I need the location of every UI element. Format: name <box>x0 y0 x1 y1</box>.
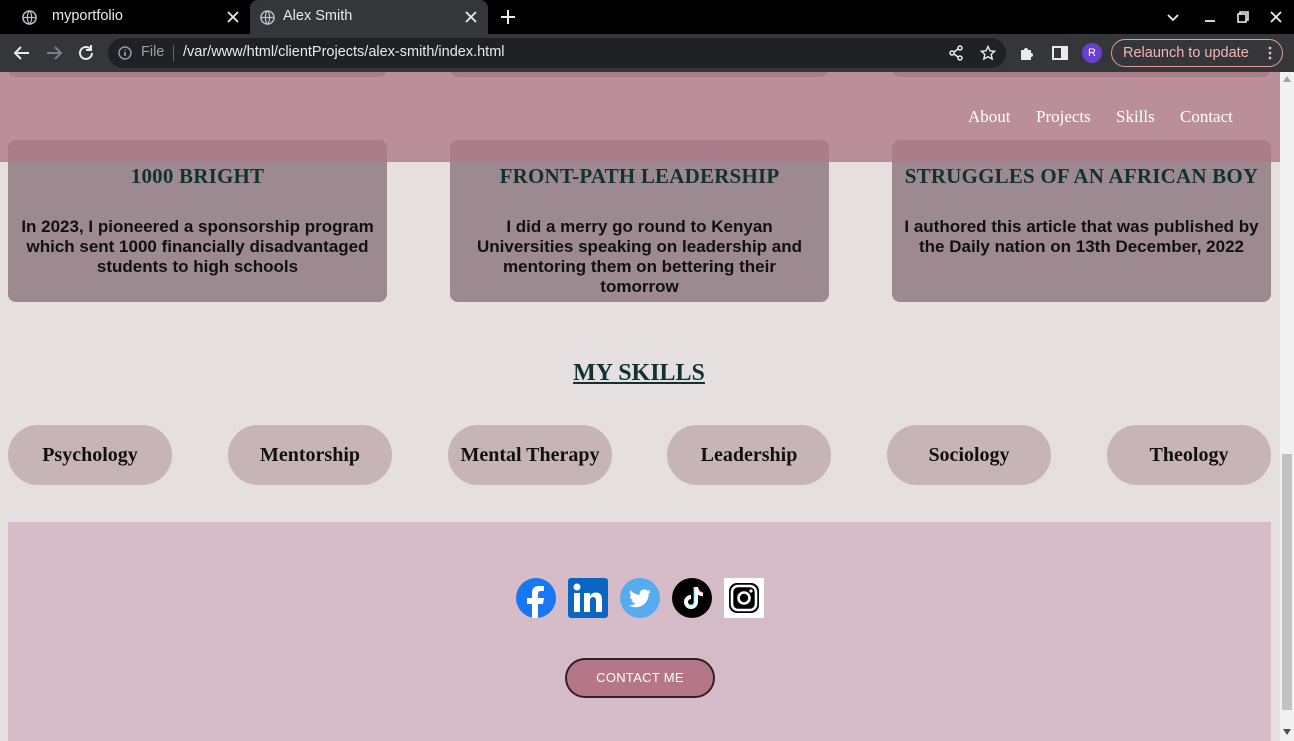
linkedin-icon[interactable] <box>568 578 608 618</box>
globe-icon <box>260 10 275 25</box>
info-icon[interactable] <box>118 46 132 60</box>
nav-link-skills[interactable]: Skills <box>1116 107 1155 127</box>
close-tab-icon[interactable] <box>464 10 478 24</box>
minimize-icon[interactable] <box>1202 9 1218 25</box>
site-footer: CONTACT ME <box>8 522 1271 741</box>
project-title: FRONT-PATH LEADERSHIP <box>499 164 780 188</box>
bookmark-star-icon[interactable] <box>980 45 996 61</box>
new-tab-icon[interactable] <box>500 9 516 25</box>
tab-strip: myportfolio Alex Smith <box>0 0 1294 34</box>
project-title: STRUGGLES OF AN AFRICAN BOY <box>904 164 1259 188</box>
back-icon[interactable] <box>13 44 31 62</box>
side-panel-icon[interactable] <box>1051 44 1069 62</box>
skill-pill: Mentorship <box>228 425 392 485</box>
restore-icon[interactable] <box>1235 9 1251 25</box>
project-description: In 2023, I pioneered a sponsorship progr… <box>21 217 374 276</box>
skill-pill: Psychology <box>8 425 172 485</box>
forward-icon[interactable] <box>45 44 63 62</box>
project-card: FRONT-PATH LEADERSHIP I did a merry go r… <box>450 140 829 302</box>
tab-search-chevron-icon[interactable] <box>1165 9 1181 25</box>
nav-link-projects[interactable]: Projects <box>1036 107 1091 127</box>
project-title: 1000 BRIGHT <box>130 164 265 188</box>
tab-title: Alex Smith <box>283 8 353 24</box>
globe-icon <box>22 10 37 25</box>
skill-pill: Sociology <box>887 425 1051 485</box>
project-card: STRUGGLES OF AN AFRICAN BOY I authored t… <box>892 140 1271 302</box>
url-text[interactable]: /var/www/html/clientProjects/alex-smith/… <box>183 44 505 60</box>
close-tab-icon[interactable] <box>226 10 240 24</box>
project-description: I authored this article that was publish… <box>904 217 1259 256</box>
skill-pill: Theology <box>1107 425 1271 485</box>
skill-pill: Leadership <box>667 425 831 485</box>
site-navbar: About Projects Skills Contact <box>0 72 1280 162</box>
scroll-up-arrow-icon[interactable] <box>1283 76 1291 82</box>
relaunch-button[interactable]: Relaunch to update <box>1111 39 1283 67</box>
page-scrollbar[interactable] <box>1280 72 1294 741</box>
nav-link-contact[interactable]: Contact <box>1180 107 1233 127</box>
tiktok-icon[interactable] <box>672 578 712 618</box>
close-window-icon[interactable] <box>1268 9 1284 25</box>
contact-me-button[interactable]: CONTACT ME <box>565 658 715 698</box>
extensions-puzzle-icon[interactable] <box>1018 44 1036 62</box>
skills-heading: MY SKILLS <box>573 360 705 386</box>
browser-toolbar: File /var/www/html/clientProjects/alex-s… <box>0 34 1294 72</box>
tab-title: myportfolio <box>52 8 123 24</box>
profile-avatar[interactable]: R <box>1082 43 1102 63</box>
scroll-down-arrow-icon[interactable] <box>1283 729 1291 735</box>
tab-alex-smith[interactable]: Alex Smith <box>250 0 488 34</box>
skill-pill: Mental Therapy <box>448 425 612 485</box>
twitter-icon[interactable] <box>620 578 660 618</box>
instagram-icon[interactable] <box>724 578 764 618</box>
relaunch-label: Relaunch to update <box>1123 45 1249 61</box>
share-icon[interactable] <box>948 45 964 61</box>
scrollbar-thumb[interactable] <box>1282 454 1292 710</box>
separator <box>173 45 174 61</box>
nav-link-about[interactable]: About <box>968 107 1011 127</box>
project-description: I did a merry go round to Kenyan Univers… <box>477 217 802 296</box>
facebook-icon[interactable] <box>516 578 556 618</box>
project-card: 1000 BRIGHT In 2023, I pioneered a spons… <box>8 140 387 302</box>
more-menu-icon[interactable] <box>1267 46 1273 60</box>
address-bar[interactable]: File /var/www/html/clientProjects/alex-s… <box>108 38 1006 68</box>
page-viewport: 1000 BRIGHT In 2023, I pioneered a spons… <box>0 72 1280 741</box>
scheme-label: File <box>141 44 165 60</box>
reload-icon[interactable] <box>77 44 95 62</box>
tab-myportfolio[interactable]: myportfolio <box>8 0 248 34</box>
